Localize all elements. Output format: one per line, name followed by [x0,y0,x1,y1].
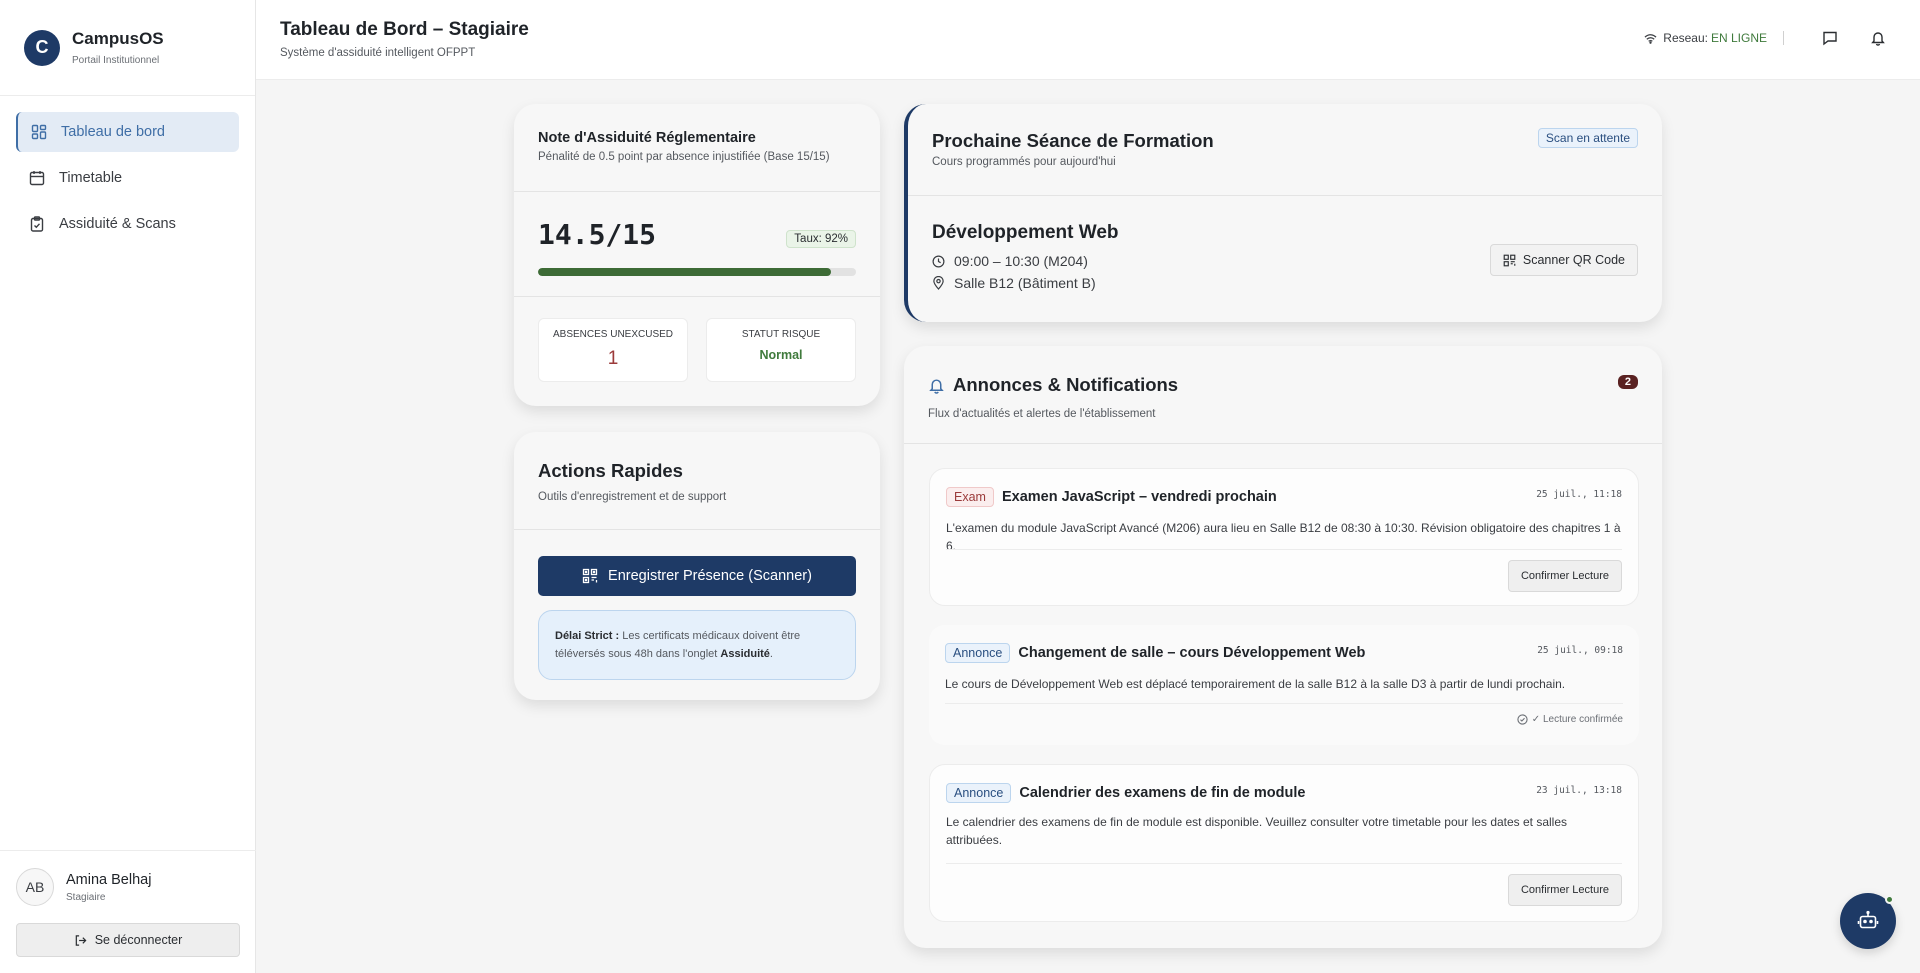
announcements-subtitle: Flux d'actualités et alertes de l'établi… [928,408,1156,420]
announcement-item: Annonce Changement de salle – cours Déve… [929,625,1639,745]
announcements-title: Annonces & Notifications [953,374,1179,395]
top-header: Tableau de Bord – Stagiaire Système d'as… [256,0,1920,80]
logout-icon [74,934,87,947]
course-room: Salle B12 (Bâtiment B) [954,275,1096,291]
course-room-row: Salle B12 (Bâtiment B) [932,275,1119,291]
brand: C CampusOS Portail Institutionnel [0,0,255,96]
risk-stat: STATUT RISQUE Normal [706,318,856,382]
sidebar-item-label: Timetable [59,170,123,186]
announcement-divider [946,549,1622,550]
sidebar-item-attendance[interactable]: Assiduité & Scans [16,204,239,244]
session-title: Prochaine Séance de Formation [932,130,1214,151]
avatar: AB [16,868,54,906]
notice-end: . [769,648,773,660]
announcement-time: 25 juil., 11:18 [1536,489,1622,500]
dashboard-icon [31,124,47,140]
announcement-divider [946,863,1622,864]
qr-code-icon [582,568,598,584]
attendance-progress-bar [538,268,856,276]
user-role: Stagiaire [66,891,106,903]
sidebar-nav: Tableau de bord Timetable Assiduité & Sc… [0,96,255,266]
confirm-read-button[interactable]: Confirmer Lecture [1507,874,1622,906]
sidebar-item-label: Tableau de bord [61,124,165,140]
unread-count-badge: 2 [1617,375,1638,389]
exam-tag: Exam [946,487,994,507]
absences-stat: ABSENCES UNEXCUSED 1 [538,318,688,382]
page-title: Tableau de Bord – Stagiaire [280,19,529,40]
announcement-title: Examen JavaScript – vendredi prochain [1001,489,1277,505]
quick-actions-subtitle: Outils d'enregistrement et de support [538,491,727,503]
attendance-score: 14.5/15 [538,218,657,251]
network-label: Reseau: [1663,31,1708,45]
register-presence-label: Enregistrer Présence (Scanner) [608,568,812,584]
notice-strong: Délai Strict : [555,630,620,642]
sidebar-item-label: Assiduité & Scans [59,216,176,232]
clipboard-check-icon [29,216,45,232]
calendar-icon [29,170,45,186]
sidebar-item-dashboard[interactable]: Tableau de bord [16,112,239,152]
logout-button[interactable]: Se déconnecter [16,923,240,957]
check-circle-icon [1517,714,1528,725]
attendance-title: Note d'Assiduité Réglementaire [538,130,756,146]
map-pin-icon [932,276,945,290]
risk-value: Normal [759,348,803,362]
confirm-read-button[interactable]: Confirmer Lecture [1507,560,1622,592]
bell-icon[interactable] [1866,26,1890,50]
scan-pending-badge: Scan en attente [1537,128,1638,148]
course-name: Développement Web [932,222,1119,243]
announcement-time: 23 juil., 13:18 [1536,785,1622,796]
wifi-icon [1644,33,1657,44]
attendance-rate-badge: Taux: 92% [786,230,856,248]
session-subtitle: Cours programmés pour aujourd'hui [932,156,1116,168]
quick-actions-card: Actions Rapides Outils d'enregistrement … [514,432,880,700]
message-icon[interactable] [1818,26,1842,50]
absences-label: ABSENCES UNEXCUSED [552,329,674,340]
logout-label: Se déconnecter [94,933,183,947]
attendance-card: Note d'Assiduité Réglementaire Pénalité … [514,104,880,406]
header-divider [1783,31,1784,45]
network-value: EN LIGNE [1710,31,1767,45]
register-presence-button[interactable]: Enregistrer Présence (Scanner) [538,556,856,596]
announcements-card: Annonces & Notifications Flux d'actualit… [904,346,1662,948]
announcement-item: Annonce Calendrier des examens de fin de… [929,764,1639,922]
absences-value: 1 [607,348,619,369]
user-panel: AB Amina Belhaj Stagiaire Se déconnecter [0,850,256,973]
network-status: Reseau: EN LIGNE [1644,31,1767,45]
deadline-notice: Délai Strict : Les certificats médicaux … [538,610,856,680]
sidebar: C CampusOS Portail Institutionnel Tablea… [0,0,256,973]
brand-logo: C [24,29,60,66]
attendance-progress-fill [538,268,831,276]
scan-qr-button[interactable]: Scanner QR Code [1489,244,1638,276]
course-time: 09:00 – 10:30 (M204) [954,253,1088,269]
announcement-tag: Annonce [945,643,1011,663]
announcement-body: Le cours de Développement Web est déplac… [945,677,1566,691]
announcement-body: Le calendrier des examens de fin de modu… [946,815,1568,847]
course-time-row: 09:00 – 10:30 (M204) [932,253,1119,269]
announcement-divider [945,703,1623,704]
notice-link[interactable]: Assiduité [720,648,770,660]
page-subtitle: Système d'assiduité intelligent OFPPT [280,47,476,59]
announcement-title: Calendrier des examens de fin de module [1019,785,1306,801]
sidebar-item-timetable[interactable]: Timetable [16,158,239,198]
announcement-item: Exam Examen JavaScript – vendredi procha… [929,468,1639,606]
bell-icon [928,377,945,394]
attendance-subtitle: Pénalité de 0.5 point par absence injust… [538,151,830,163]
scan-qr-label: Scanner QR Code [1522,253,1625,267]
user-name: Amina Belhaj [66,871,152,888]
read-confirmed-label: ✓ Lecture confirmée [1531,714,1623,725]
read-confirmed-status: ✓ Lecture confirmée [1517,714,1623,725]
announcement-title: Changement de salle – cours Développemen… [1018,645,1366,661]
clock-icon [932,255,945,268]
online-indicator [1885,895,1894,904]
announcement-tag: Annonce [946,783,1012,803]
brand-subtitle: Portail Institutionnel [72,55,160,66]
announcement-time: 25 juil., 09:18 [1537,645,1623,656]
robot-icon [1857,910,1879,932]
risk-label: STATUT RISQUE [741,329,821,340]
next-session-card: Prochaine Séance de Formation Cours prog… [904,104,1662,322]
assistant-bot-button[interactable] [1840,893,1896,949]
brand-name: CampusOS [72,29,164,48]
quick-actions-title: Actions Rapides [538,460,683,481]
qr-code-icon [1503,254,1516,267]
